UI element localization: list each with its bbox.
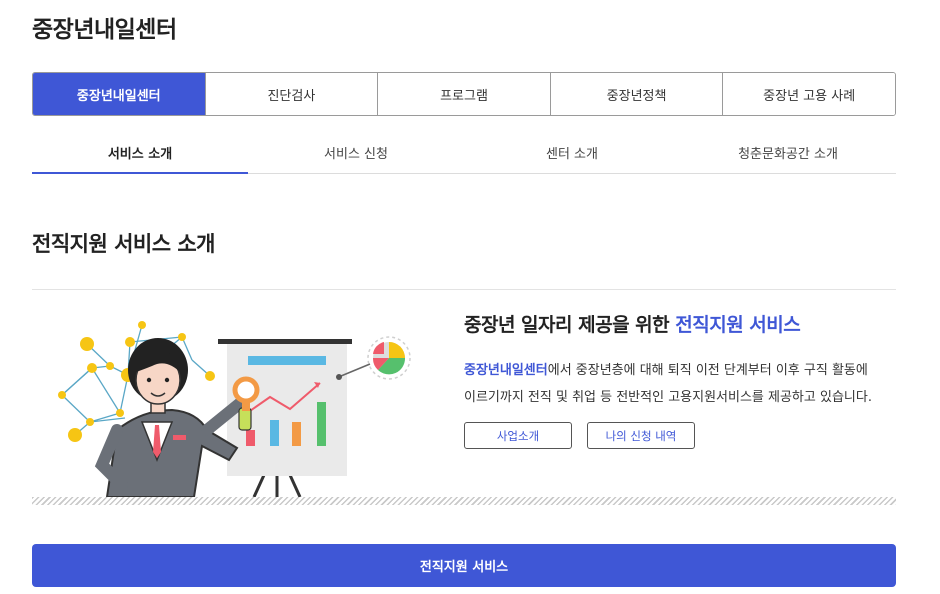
section-divider [32, 289, 896, 290]
sub-tab-service-apply[interactable]: 서비스 신청 [248, 132, 464, 173]
desc-line-1: 중장년내일센터에서 중장년층에 대해 퇴직 이전 단계부터 이후 구직 활동에 [464, 357, 896, 384]
presentation-board [218, 339, 352, 498]
intro-description: 중장년내일센터에서 중장년층에 대해 퇴직 이전 단계부터 이후 구직 활동에 … [464, 357, 896, 411]
main-tab-bar: 중장년내일센터 진단검사 프로그램 중장년정책 중장년 고용 사례 [32, 72, 896, 116]
my-applications-button[interactable]: 나의 신청 내역 [587, 422, 695, 449]
desc-highlight: 중장년내일센터 [464, 363, 548, 378]
hatched-ground-strip [32, 497, 896, 505]
sub-tab-center-intro[interactable]: 센터 소개 [464, 132, 680, 173]
business-intro-button[interactable]: 사업소개 [464, 422, 572, 449]
main-tab-policy[interactable]: 중장년정책 [549, 73, 723, 115]
career-support-service-button[interactable]: 전직지원 서비스 [32, 544, 896, 587]
headline-prefix: 중장년 일자리 제공을 위한 [464, 314, 676, 336]
sub-tab-youth-space[interactable]: 청춘문화공간 소개 [680, 132, 896, 173]
desc-line-2: 이르기까지 전직 및 취업 등 전반적인 고용지원서비스를 제공하고 있습니다. [464, 390, 872, 405]
intro-headline: 중장년 일자리 제공을 위한 전직지원 서비스 [464, 310, 801, 337]
main-tab-cases[interactable]: 중장년 고용 사례 [722, 73, 895, 115]
main-tab-center[interactable]: 중장년내일센터 [33, 73, 205, 115]
main-tab-program[interactable]: 프로그램 [377, 73, 550, 115]
sub-tab-bar: 서비스 소개 서비스 신청 센터 소개 청춘문화공간 소개 [32, 132, 896, 174]
career-support-illustration [58, 321, 411, 498]
desc-line1-rest: 에서 중장년층에 대해 퇴직 이전 단계부터 이후 구직 활동에 [547, 363, 868, 378]
main-tab-diagnosis[interactable]: 진단검사 [204, 73, 378, 115]
sub-tab-service-intro[interactable]: 서비스 소개 [32, 132, 248, 174]
page-title: 중장년내일센터 [32, 17, 177, 43]
section-title: 전직지원 서비스 소개 [32, 232, 216, 256]
headline-highlight: 전직지원 서비스 [675, 314, 801, 336]
